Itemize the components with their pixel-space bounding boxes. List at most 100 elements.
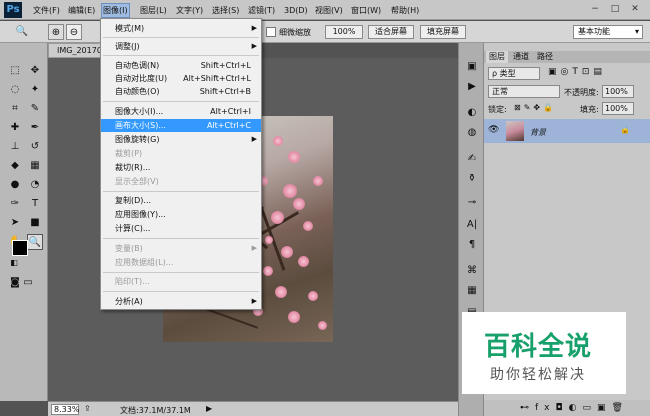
shape-tool-icon[interactable]: ■ (27, 215, 43, 231)
tab-paths[interactable]: 路径 (534, 51, 556, 63)
layer-name[interactable]: 背景 (530, 127, 546, 138)
magic-wand-icon[interactable]: ✦ (27, 82, 43, 98)
menu-window[interactable]: 窗口(W) (350, 4, 382, 17)
fit-screen-button[interactable]: 适合屏幕 (368, 25, 414, 39)
history-icon[interactable]: ▣ (463, 59, 481, 75)
character-icon[interactable]: A| (463, 217, 481, 233)
menu-view[interactable]: 视图(V) (314, 4, 344, 17)
zoom-level-field[interactable]: 8.33% (51, 404, 79, 415)
brush-tool-icon[interactable]: ✒ (27, 120, 43, 136)
blur-tool-icon[interactable]: ● (7, 177, 23, 193)
workspace-select[interactable]: 基本功能 ▾ (573, 25, 643, 39)
fill-screen-button[interactable]: 填充屏幕 (420, 25, 466, 39)
dodge-tool-icon[interactable]: ◔ (27, 177, 43, 193)
minimize-icon[interactable]: − (586, 3, 604, 16)
menu-3d[interactable]: 3D(D) (283, 4, 309, 17)
menu-item-calculations[interactable]: 计算(C)... (101, 222, 261, 235)
history-brush-icon[interactable]: ↺ (27, 139, 43, 155)
path-select-icon[interactable]: ➤ (7, 215, 23, 231)
type-tool-icon[interactable]: T (27, 196, 43, 212)
lock-icon: 🔒 (620, 125, 630, 134)
analysis-label: 分析(A) (115, 297, 143, 306)
layer-filter-select[interactable]: ρ 类型 (488, 67, 540, 80)
menu-edit[interactable]: 编辑(E) (67, 4, 96, 17)
lasso-tool-icon[interactable]: ◌ (7, 82, 23, 98)
menu-item-analysis[interactable]: 分析(A) ▶ (101, 295, 261, 308)
auto-contrast-label: 自动对比度(U) (115, 74, 168, 83)
menu-layer[interactable]: 图层(L) (139, 4, 168, 17)
maximize-icon[interactable]: □ (606, 3, 624, 16)
status-menu-arrow-icon[interactable]: ▶ (206, 404, 212, 413)
options-bar: 🔍 ⊕ ⊖ 细微缩放 100% 适合屏幕 填充屏幕 基本功能 ▾ (0, 21, 650, 43)
opacity-label: 不透明度: (564, 88, 599, 97)
paragraph-icon[interactable]: ¶ (463, 237, 481, 253)
apply-image-label: 应用图像(Y)... (115, 210, 166, 219)
lock-icons[interactable]: ⊠✎✥🔒 (514, 103, 556, 112)
menu-item-image-size[interactable]: 图像大小(I)... Alt+Ctrl+I (101, 105, 261, 118)
move-tool-icon[interactable]: ✥ (27, 63, 43, 79)
opacity-field[interactable]: 100% (602, 85, 634, 98)
menu-item-mode[interactable]: 模式(M) ▶ (101, 22, 261, 35)
menu-image[interactable]: 图像(I) (101, 3, 130, 18)
actions-play-icon[interactable]: ▶ (463, 79, 481, 95)
submenu-arrow-icon: ▶ (251, 297, 257, 305)
properties-icon[interactable]: ◍ (463, 125, 481, 141)
watermark-subtitle: 助你轻松解决 (490, 367, 586, 383)
grid-icon[interactable]: ▦ (463, 283, 481, 299)
scrubby-zoom-checkbox[interactable] (266, 27, 276, 37)
close-icon[interactable]: ✕ (626, 3, 644, 16)
menu-item-apply-image[interactable]: 应用图像(Y)... (101, 208, 261, 221)
marquee-tool-icon[interactable]: ⬚ (7, 63, 23, 79)
menu-item-canvas-size[interactable]: 画布大小(S)... Alt+Ctrl+C (101, 119, 261, 132)
layers-footer-icons[interactable]: ⊷fx◘◐▭▣🗑 (484, 400, 650, 416)
3d-panel-icon[interactable]: ⌘ (463, 263, 481, 279)
eyedropper-icon[interactable]: ✎ (27, 101, 43, 117)
clone-source-icon[interactable]: ⊸ (463, 195, 481, 211)
menu-item-auto-color[interactable]: 自动颜色(O) Shift+Ctrl+B (101, 85, 261, 98)
menu-type[interactable]: 文字(Y) (175, 4, 204, 17)
menu-item-trim[interactable]: 裁切(R)... (101, 161, 261, 174)
zoom-tool-icon[interactable]: 🔍 (14, 24, 30, 40)
calculations-label: 计算(C)... (115, 224, 151, 233)
menu-item-auto-tone[interactable]: 自动色调(N) Shift+Ctrl+L (101, 59, 261, 72)
zoom-tool-icon[interactable]: 🔍 (27, 234, 43, 250)
foreground-color-swatch[interactable] (12, 240, 28, 256)
gradient-tool-icon[interactable]: ▦ (27, 158, 43, 174)
menu-item-image-rotation[interactable]: 图像旋转(G) ▶ (101, 133, 261, 146)
menu-help[interactable]: 帮助(H) (390, 4, 420, 17)
healing-brush-icon[interactable]: ✚ (7, 120, 23, 136)
status-bar: 8.33% ⇪ 文档:37.1M/37.1M ▶ (48, 401, 460, 416)
default-colors-icon[interactable]: ◧ (6, 255, 22, 271)
menu-item-auto-contrast[interactable]: 自动对比度(U) Alt+Shift+Ctrl+L (101, 72, 261, 85)
blend-mode-select[interactable]: 正常 (488, 85, 560, 98)
share-icon[interactable]: ⇪ (84, 404, 91, 413)
zoom-in-icon[interactable]: ⊕ (48, 24, 64, 40)
watermark-title: 百科全说 (484, 332, 593, 362)
variables-label: 变量(B) (115, 244, 143, 253)
screen-mode-icon[interactable]: ▭ (20, 275, 36, 291)
menu-item-adjustments[interactable]: 调整(J) ▶ (101, 40, 261, 53)
menu-select[interactable]: 选择(S) (211, 4, 240, 17)
menu-file[interactable]: 文件(F) (32, 4, 61, 17)
pen-tool-icon[interactable]: ✑ (7, 196, 23, 212)
brush-presets-icon[interactable]: ⚱ (463, 171, 481, 187)
menu-filter[interactable]: 滤镜(T) (247, 4, 276, 17)
tab-channels[interactable]: 通道 (510, 51, 532, 63)
fill-field[interactable]: 100% (602, 102, 634, 115)
layer-row-background[interactable]: 👁 背景 🔒 (484, 119, 650, 143)
scrubby-zoom-label: 细微缩放 (279, 28, 311, 37)
eraser-tool-icon[interactable]: ◆ (7, 158, 23, 174)
image-menu-dropdown: 模式(M) ▶ 调整(J) ▶ 自动色调(N) Shift+Ctrl+L 自动对比度(… (100, 18, 262, 310)
tab-layers[interactable]: 图层 (486, 51, 508, 63)
crop-tool-icon[interactable]: ⌗ (7, 101, 23, 117)
document-tab[interactable]: IMG_20170... (48, 43, 110, 58)
brush-panel-icon[interactable]: ✍ (463, 151, 481, 167)
clone-stamp-icon[interactable]: ⊥ (7, 139, 23, 155)
eye-icon[interactable]: 👁 (488, 125, 499, 135)
adjustments-icon[interactable]: ◐ (463, 105, 481, 121)
apply-dataset-label: 应用数据组(L)... (115, 258, 174, 267)
menu-item-duplicate[interactable]: 复制(D)... (101, 194, 261, 207)
zoom-out-icon[interactable]: ⊖ (66, 24, 82, 40)
actual-pixels-button[interactable]: 100% (325, 25, 363, 39)
filter-icons[interactable]: ▣◎T⊡▤ (548, 67, 606, 77)
